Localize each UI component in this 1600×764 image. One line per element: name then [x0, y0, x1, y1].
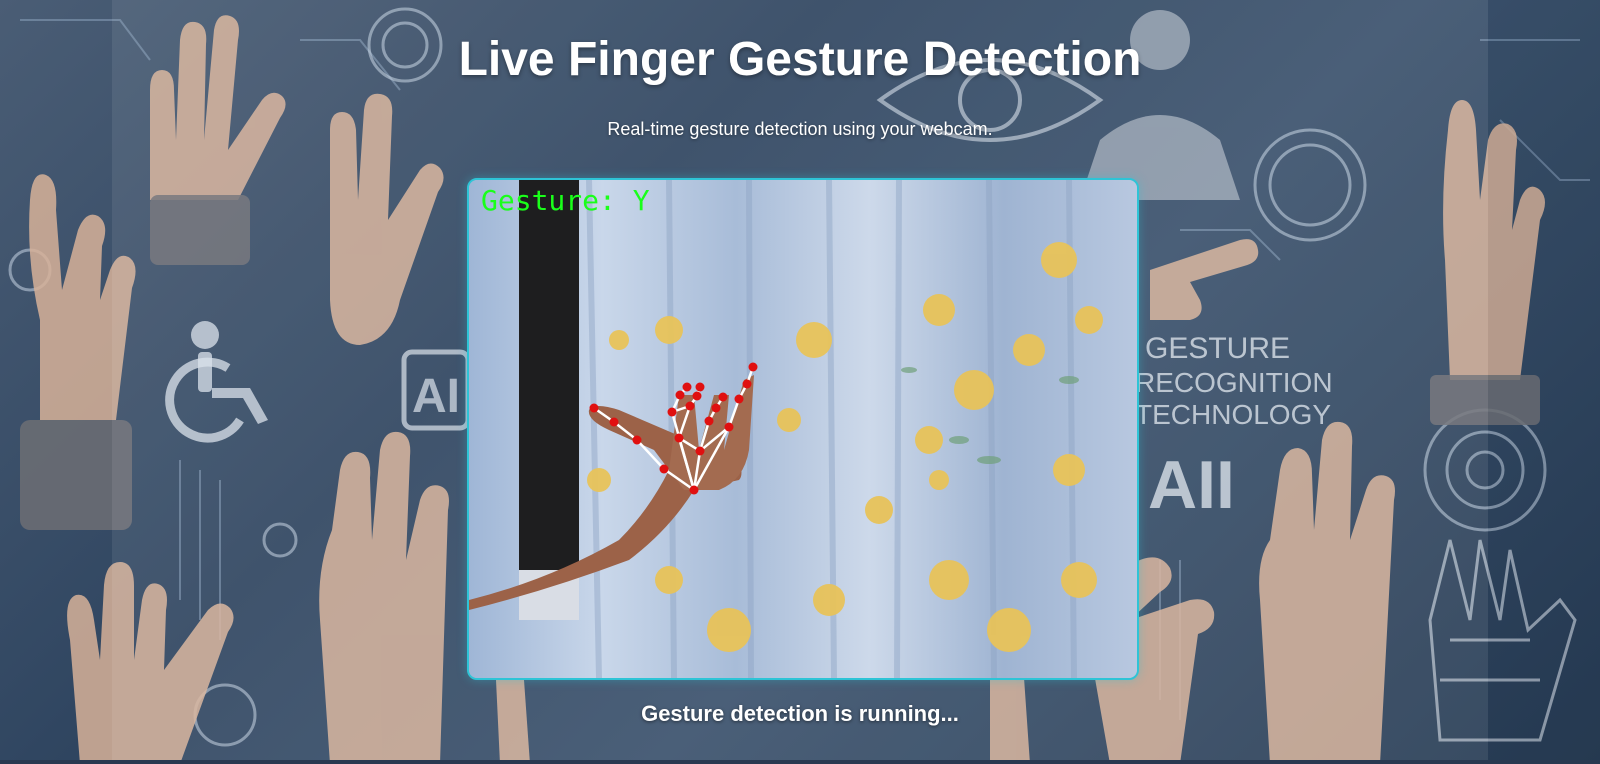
page-subtitle: Real-time gesture detection using your w…: [607, 119, 993, 139]
gesture-label: Gesture: Y: [481, 184, 650, 217]
webcam-image: [469, 180, 1137, 678]
background-overlay-right: [1488, 0, 1600, 764]
app-page: AI GESTURE RECOGNITION TECHNOLOGY AII Li…: [0, 0, 1600, 764]
page-title: Live Finger Gesture Detection: [458, 33, 1142, 86]
bottom-strip: [0, 760, 1600, 764]
status-message: Gesture detection is running...: [641, 701, 959, 726]
webcam-video-feed: Gesture: Y: [467, 178, 1139, 680]
